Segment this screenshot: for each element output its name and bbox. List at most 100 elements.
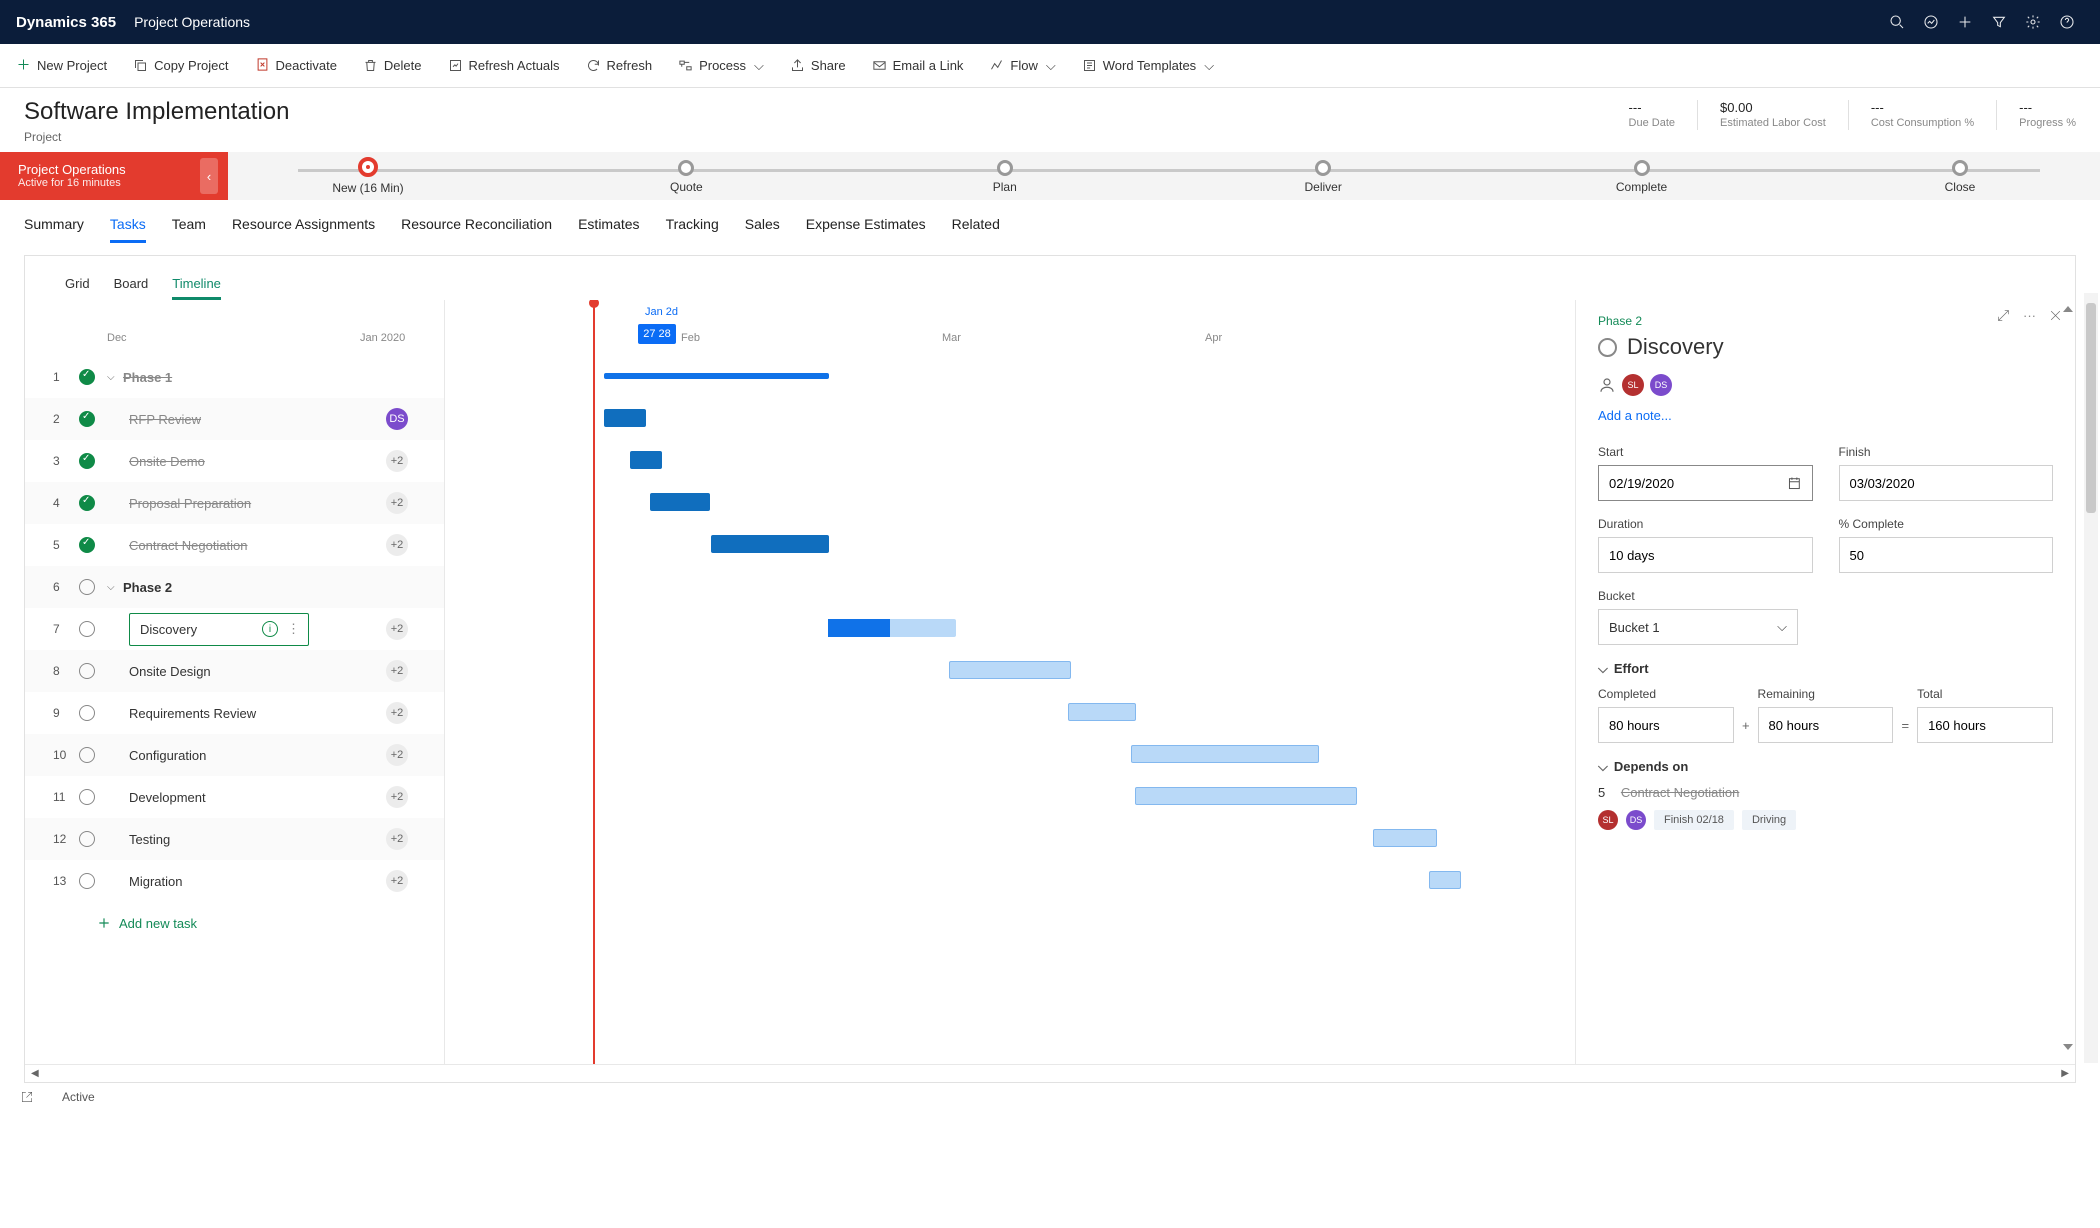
add-icon[interactable] [1948, 0, 1982, 44]
copy-project-button[interactable]: Copy Project [133, 58, 228, 73]
gantt-bar[interactable] [1131, 745, 1319, 763]
avatar[interactable]: SL [1622, 374, 1644, 396]
bpf-flag[interactable]: Project Operations Active for 16 minutes… [0, 152, 228, 200]
bpf-collapse-icon[interactable]: ‹ [200, 158, 218, 194]
tab-tracking[interactable]: Tracking [666, 208, 719, 243]
person-icon [1598, 376, 1616, 394]
brand: Dynamics 365 [16, 14, 116, 31]
top-navbar: Dynamics 365 Project Operations [0, 0, 2100, 44]
calendar-icon [1787, 475, 1802, 491]
month-feb: Feb [681, 332, 700, 344]
finish-date-field[interactable] [1839, 465, 2054, 501]
gantt-bar[interactable] [949, 661, 1071, 679]
status-bar: Active [0, 1083, 2100, 1111]
help-icon[interactable] [2050, 0, 2084, 44]
word-templates-button[interactable]: Word Templates⌵ [1082, 58, 1214, 74]
process-button[interactable]: Process⌵ [678, 58, 764, 74]
effort-remaining-field[interactable] [1758, 707, 1894, 743]
deactivate-button[interactable]: Deactivate [255, 57, 337, 75]
view-tab-board[interactable]: Board [114, 270, 149, 300]
new-project-button[interactable]: New Project [16, 57, 107, 75]
header-stats: ---Due Date $0.00Estimated Labor Cost --… [1629, 98, 2076, 130]
bpf-stage-bar: Project Operations Active for 16 minutes… [0, 152, 2100, 200]
stage-new[interactable]: New (16 Min) [288, 152, 448, 195]
gantt-bar[interactable] [1373, 829, 1437, 847]
dep-name[interactable]: Contract Negotiation [1621, 785, 1740, 800]
bucket-select[interactable]: Bucket 1⌵ [1598, 609, 1798, 645]
module-name: Project Operations [134, 14, 250, 30]
gantt-bar[interactable] [604, 409, 646, 427]
gear-icon[interactable] [2016, 0, 2050, 44]
dep-num: 5 [1598, 785, 1605, 800]
flow-button[interactable]: Flow⌵ [989, 58, 1055, 74]
tab-estimates[interactable]: Estimates [578, 208, 639, 243]
avatar[interactable]: SL [1598, 810, 1618, 830]
search-icon[interactable] [1880, 0, 1914, 44]
record-header: Software Implementation Project ---Due D… [0, 88, 2100, 152]
gantt-bar[interactable] [1068, 703, 1136, 721]
gantt-bar[interactable] [711, 535, 829, 553]
effort-section-header[interactable]: Effort [1598, 661, 2053, 677]
panel-breadcrumb[interactable]: Phase 2 [1598, 314, 2053, 328]
panel-scrollbar[interactable] [2063, 306, 2073, 1050]
close-icon[interactable] [2048, 308, 2063, 323]
gantt-bar[interactable] [1429, 871, 1461, 889]
expand-icon[interactable] [1996, 308, 2011, 323]
page-scrollbar[interactable] [2084, 293, 2098, 1063]
dep-driving-pill: Driving [1742, 810, 1796, 830]
tab-resource-assignments[interactable]: Resource Assignments [232, 208, 375, 243]
tab-related[interactable]: Related [952, 208, 1000, 243]
effort-total-field[interactable] [1917, 707, 2053, 743]
tab-tasks[interactable]: Tasks [110, 208, 146, 243]
duration-field[interactable] [1598, 537, 1813, 573]
avatar[interactable]: DS [1650, 374, 1672, 396]
panel-title: Discovery [1598, 334, 2053, 360]
stage-plan[interactable]: Plan [925, 152, 1085, 195]
refresh-button[interactable]: Refresh [586, 58, 653, 73]
view-tab-timeline[interactable]: Timeline [172, 270, 221, 300]
percent-complete-field[interactable] [1839, 537, 2054, 573]
form-tabs: Summary Tasks Team Resource Assignments … [0, 200, 2100, 243]
assignees[interactable]: SL DS [1598, 374, 2053, 396]
task-detail-panel: ··· Phase 2 Discovery SL DS Add a note..… [1575, 300, 2075, 1064]
gantt-bar[interactable] [604, 373, 829, 379]
stage-deliver[interactable]: Deliver [1243, 152, 1403, 195]
month-apr: Apr [1205, 332, 1222, 344]
depends-section-header[interactable]: Depends on [1598, 759, 2053, 775]
stage-quote[interactable]: Quote [606, 152, 766, 195]
status-active: Active [62, 1090, 95, 1104]
gantt-bar[interactable] [650, 493, 710, 511]
more-icon[interactable]: ··· [2023, 308, 2036, 323]
share-button[interactable]: Share [790, 58, 846, 73]
dep-finish-pill: Finish 02/18 [1654, 810, 1734, 830]
stage-close[interactable]: Close [1880, 152, 2040, 195]
gantt-bar[interactable] [630, 451, 662, 469]
gantt-bar[interactable] [828, 619, 956, 637]
command-bar: New Project Copy Project Deactivate Dele… [0, 44, 2100, 88]
start-date-field[interactable] [1598, 465, 1813, 501]
tab-team[interactable]: Team [172, 208, 206, 243]
add-note-link[interactable]: Add a note... [1598, 408, 2053, 423]
gantt-bar[interactable] [1135, 787, 1357, 805]
stage-complete[interactable]: Complete [1562, 152, 1722, 195]
effort-completed-field[interactable] [1598, 707, 1734, 743]
tab-summary[interactable]: Summary [24, 208, 84, 243]
today-label: Jan 2d [645, 306, 678, 318]
email-link-button[interactable]: Email a Link [872, 58, 964, 73]
tab-resource-reconciliation[interactable]: Resource Reconciliation [401, 208, 552, 243]
today-box: 27 28 [638, 324, 676, 344]
view-tab-grid[interactable]: Grid [65, 270, 90, 300]
popout-icon[interactable] [20, 1090, 34, 1104]
avatar[interactable]: DS [1626, 810, 1646, 830]
filter-icon[interactable] [1982, 0, 2016, 44]
tasks-card: Grid Board Timeline Dec Jan 2020 1⌵Phase… [24, 255, 2076, 1083]
tab-expense-estimates[interactable]: Expense Estimates [806, 208, 926, 243]
view-tabs: Grid Board Timeline [25, 256, 2075, 300]
gantt-area[interactable]: Jan 2d 27 28 Feb Mar Apr [25, 300, 1575, 1064]
delete-button[interactable]: Delete [363, 58, 422, 73]
task-status-circle[interactable] [1598, 338, 1617, 357]
tab-sales[interactable]: Sales [745, 208, 780, 243]
refresh-actuals-button[interactable]: Refresh Actuals [448, 58, 560, 73]
horizontal-scrollbar[interactable]: ◀▶ [25, 1064, 2075, 1082]
assistant-icon[interactable] [1914, 0, 1948, 44]
